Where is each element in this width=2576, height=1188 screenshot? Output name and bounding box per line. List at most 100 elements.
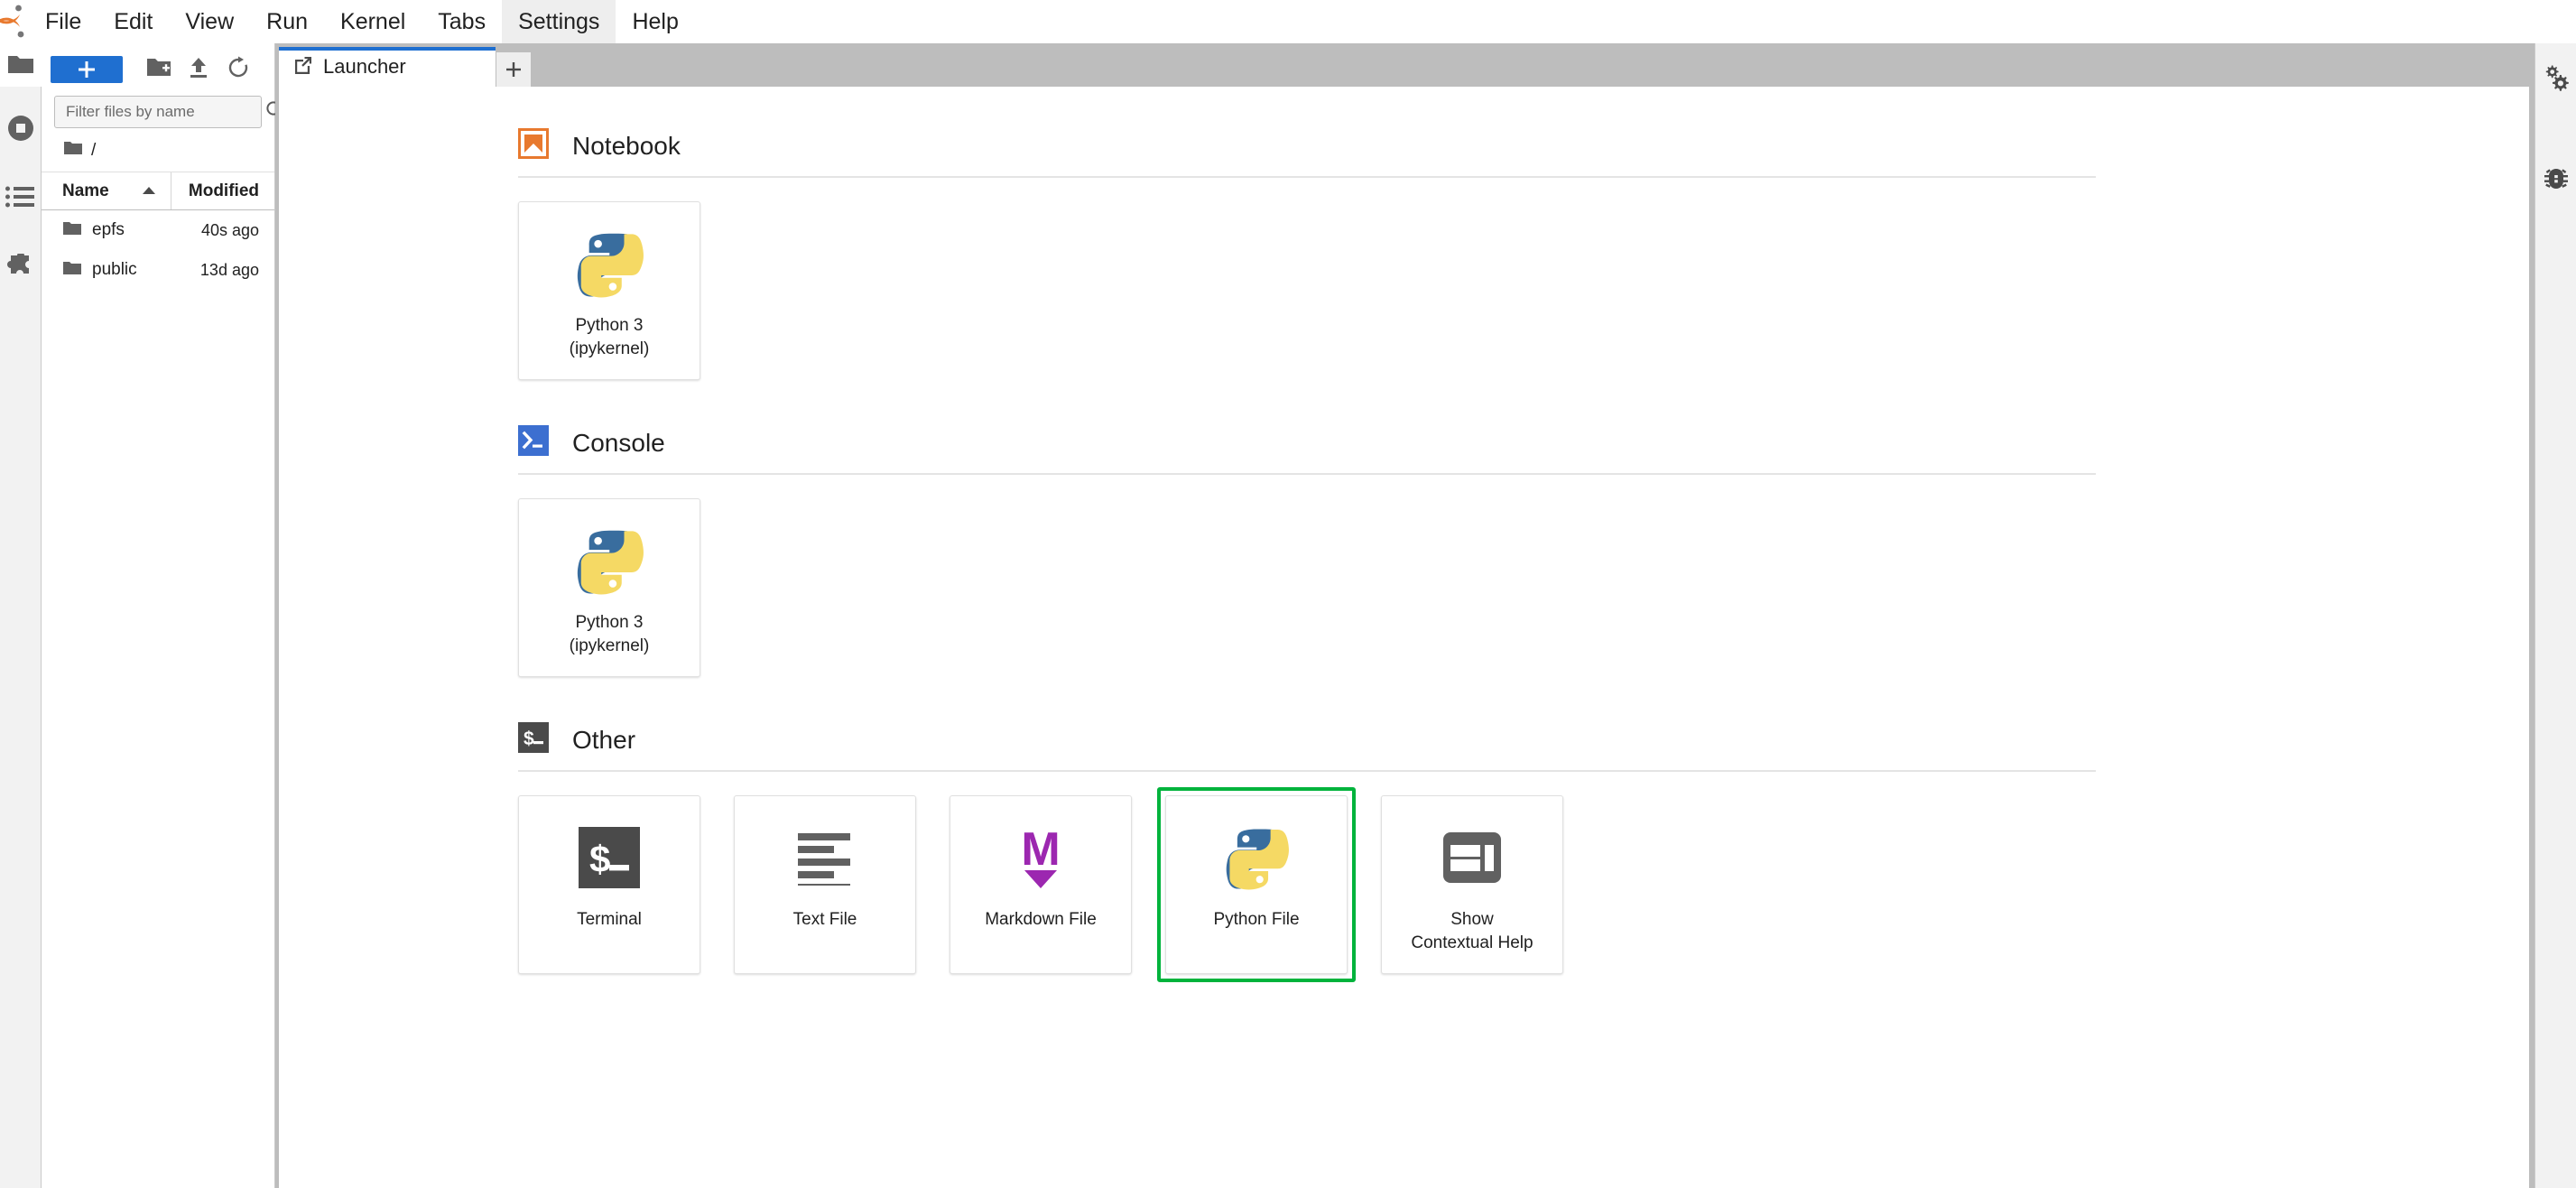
- new-folder-icon: [146, 57, 171, 83]
- menu-item-help[interactable]: Help: [616, 0, 694, 43]
- section-header: $ Other: [518, 722, 2290, 770]
- launcher-card-terminal[interactable]: $ Terminal: [518, 795, 700, 974]
- sidebar-item-extension-manager[interactable]: [0, 242, 42, 292]
- launcher-card-python3-console[interactable]: Python 3 (ipykernel): [518, 498, 700, 677]
- markdown-m-icon: M: [1012, 820, 1070, 896]
- commands-list-icon: [5, 185, 36, 209]
- tab-bar: Launcher: [275, 43, 2534, 87]
- file-name-cell: public: [42, 260, 200, 281]
- folder-icon: [62, 220, 82, 241]
- tab-launcher[interactable]: Launcher: [279, 47, 496, 87]
- card-wrap-terminal: $ Terminal: [518, 795, 700, 974]
- card-row: Python 3 (ipykernel): [518, 475, 2290, 677]
- column-header-modified[interactable]: Modified: [171, 172, 262, 209]
- launcher-section-other: $ Other $ Terminal Text File M Markdown …: [518, 722, 2290, 982]
- file-name-cell: epfs: [42, 220, 201, 241]
- sidebar-item-file-browser[interactable]: [0, 43, 42, 87]
- table-row[interactable]: epfs 40s ago: [42, 210, 274, 250]
- new-launcher-button[interactable]: [51, 56, 123, 83]
- right-sidebar-rail: [2534, 43, 2576, 1188]
- folder-icon: [62, 260, 82, 281]
- menu-item-kernel[interactable]: Kernel: [324, 0, 422, 43]
- file-filter-box[interactable]: [54, 96, 284, 128]
- search-input[interactable]: [66, 103, 265, 121]
- section-title: Console: [572, 428, 665, 457]
- sidebar-item-property-inspector[interactable]: [2535, 52, 2576, 103]
- card-label: Show Contextual Help: [1404, 908, 1540, 955]
- column-header-name[interactable]: Name: [42, 172, 171, 209]
- left-sidebar-rail: [0, 43, 42, 1188]
- contextual-help-panel-icon: [1442, 820, 1502, 896]
- menu-item-edit[interactable]: Edit: [97, 0, 169, 43]
- card-label-line1: Python 3: [575, 613, 644, 632]
- folder-icon: [63, 140, 83, 161]
- launcher-panel: Notebook Python 3 (ipykernel) Console Py…: [279, 87, 2529, 1188]
- card-label: Markdown File: [985, 910, 1097, 929]
- menu-item-settings[interactable]: Settings: [502, 0, 616, 43]
- card-label-line2: (ipykernel): [569, 339, 650, 358]
- card-label-line1: Show: [1450, 910, 1494, 929]
- card-label-line2: (ipykernel): [569, 636, 650, 655]
- column-header-name-label: Name: [62, 181, 109, 200]
- svg-text:M: M: [1021, 825, 1060, 876]
- sidebar-item-commands[interactable]: [0, 172, 42, 222]
- launcher-card-markdown-file[interactable]: M Markdown File: [950, 795, 1132, 974]
- gears-icon: [2543, 64, 2570, 91]
- terminal-dollar-icon: $: [579, 820, 640, 896]
- section-header: Console: [518, 425, 2290, 473]
- card-label: Terminal: [577, 910, 642, 929]
- launcher-section-notebook: Notebook Python 3 (ipykernel): [518, 128, 2290, 380]
- menu-bar: File Edit View Run Kernel Tabs Settings …: [0, 0, 2576, 43]
- card-label: Python 3 (ipykernel): [562, 611, 657, 658]
- file-browser-toolbar: [42, 43, 274, 96]
- running-sessions-icon: [7, 115, 34, 142]
- new-tab-button[interactable]: [496, 52, 531, 87]
- main-dock-area: Launcher Notebook Python 3 (ipykernel) C…: [275, 43, 2534, 1188]
- python-logo-icon: [575, 523, 644, 599]
- card-row: Python 3 (ipykernel): [518, 178, 2290, 380]
- plus-icon: [79, 61, 95, 78]
- menu-item-run[interactable]: Run: [250, 0, 324, 43]
- python-logo-icon: [1224, 820, 1289, 896]
- card-wrap-text-file: Text File: [734, 795, 916, 974]
- sidebar-item-debugger[interactable]: [2535, 153, 2576, 204]
- file-list: epfs 40s ago public 13d ago: [42, 210, 274, 290]
- section-title: Other: [572, 725, 636, 754]
- sort-ascending-icon: [142, 183, 156, 200]
- card-label: Python File: [1213, 910, 1300, 929]
- section-header: Notebook: [518, 128, 2290, 176]
- table-row[interactable]: public 13d ago: [42, 250, 274, 290]
- card-label-line1: Python 3: [575, 316, 644, 335]
- card-wrap-markdown-file: M Markdown File: [950, 795, 1132, 974]
- file-list-header: Name Modified: [42, 172, 274, 210]
- notebook-bookmark-icon: [518, 128, 549, 163]
- sidebar-item-running-sessions[interactable]: [0, 103, 42, 153]
- file-filter-container: [42, 96, 284, 128]
- menu-item-view[interactable]: View: [169, 0, 250, 43]
- menu-item-file[interactable]: File: [29, 0, 97, 43]
- breadcrumb[interactable]: /: [42, 128, 274, 172]
- new-folder-button[interactable]: [139, 54, 179, 85]
- folder-icon: [7, 53, 34, 77]
- column-header-modified-label: Modified: [188, 181, 259, 200]
- file-browser-panel: / Name Modified epfs 40s ag: [42, 43, 284, 1188]
- upload-button[interactable]: [179, 54, 218, 85]
- jupyter-logo-icon: [0, 0, 29, 43]
- terminal-dollar-icon: $: [518, 722, 549, 757]
- launcher-card-python3-notebook[interactable]: Python 3 (ipykernel): [518, 201, 700, 380]
- refresh-button[interactable]: [218, 54, 258, 85]
- launcher-card-python-file[interactable]: Python File: [1165, 795, 1348, 974]
- puzzle-icon: [6, 254, 34, 281]
- launcher-card-show-contextual-help[interactable]: Show Contextual Help: [1381, 795, 1563, 974]
- python-logo-icon: [575, 226, 644, 302]
- menu-item-tabs[interactable]: Tabs: [422, 0, 502, 43]
- application-shell: / Name Modified epfs 40s ag: [0, 43, 2576, 1188]
- refresh-icon: [227, 56, 250, 84]
- svg-text:$: $: [589, 838, 610, 880]
- console-prompt-icon: [518, 425, 549, 460]
- launcher-card-text-file[interactable]: Text File: [734, 795, 916, 974]
- breadcrumb-path: /: [91, 140, 97, 160]
- file-name: public: [92, 260, 137, 279]
- svg-text:$: $: [524, 729, 534, 749]
- card-wrap-contextual-help: Show Contextual Help: [1381, 795, 1563, 974]
